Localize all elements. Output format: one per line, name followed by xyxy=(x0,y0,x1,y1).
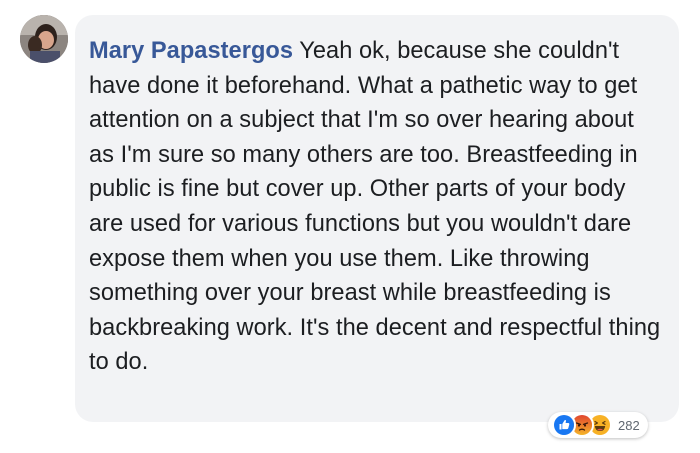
comment-body: Mary Papastergos Yeah ok, because she co… xyxy=(89,34,665,380)
profile-photo xyxy=(20,15,68,63)
comment-author-link[interactable]: Mary Papastergos xyxy=(89,38,293,64)
reactions-summary[interactable]: 282 xyxy=(548,412,648,438)
comment-bubble: Mary Papastergos Yeah ok, because she co… xyxy=(75,15,679,422)
like-icon xyxy=(552,413,576,437)
avatar[interactable] xyxy=(20,15,68,63)
reaction-count: 282 xyxy=(618,417,640,433)
comment-text: Yeah ok, because she couldn't have done … xyxy=(89,38,661,376)
